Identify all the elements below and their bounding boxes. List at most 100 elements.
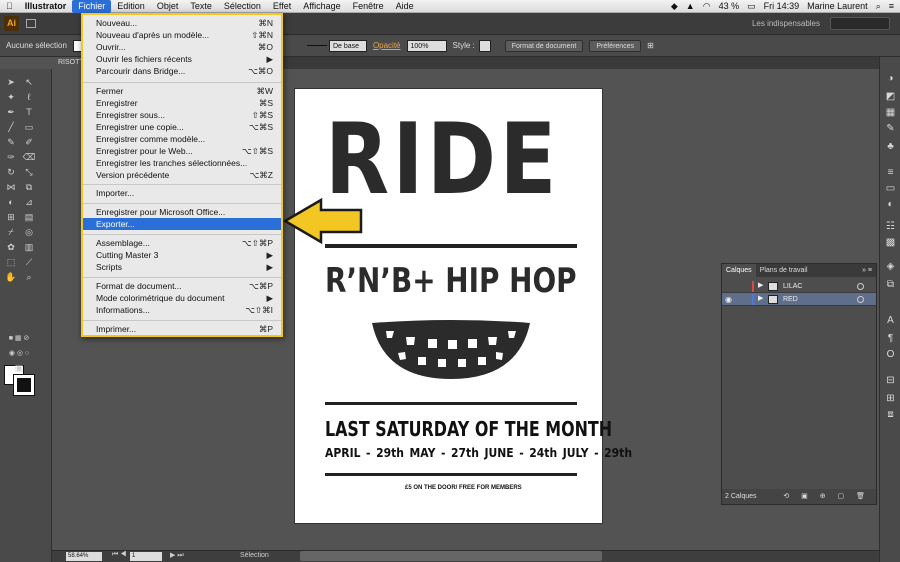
layer-row-lilac[interactable]: ▶ LILAC bbox=[722, 280, 876, 293]
paragraph-panel-icon[interactable]: ¶ bbox=[884, 333, 897, 345]
eraser-icon[interactable]: ⌫ bbox=[22, 152, 36, 163]
rotate-tool-icon[interactable]: ↻ bbox=[4, 167, 18, 178]
gradient-panel-icon[interactable]: ▭ bbox=[884, 183, 897, 195]
gradient-tool-icon[interactable]: ▤ bbox=[22, 212, 36, 223]
menu-item-office[interactable]: Enregistrer pour Microsoft Office... bbox=[83, 206, 281, 218]
apple-menu-icon[interactable]:  bbox=[0, 0, 19, 13]
free-transform-icon[interactable]: ⧉ bbox=[22, 182, 36, 193]
tab-plans-de-travail[interactable]: Plans de travail bbox=[756, 264, 812, 277]
menu-item-version-precedente[interactable]: Version précédente ⌥⌘Z bbox=[83, 169, 281, 181]
graph-tool-icon[interactable]: ▥ bbox=[22, 242, 36, 253]
menu-fichier[interactable]: Fichier bbox=[72, 0, 112, 13]
hand-tool-icon[interactable]: ✋ bbox=[4, 272, 18, 283]
transparency-icon[interactable]: ◐ bbox=[884, 199, 897, 211]
width-tool-icon[interactable]: ⋈ bbox=[4, 182, 18, 193]
rectangle-tool-icon[interactable]: ▭ bbox=[22, 122, 36, 133]
color-guide-icon[interactable]: ◩ bbox=[884, 91, 897, 103]
screen-mode-icon[interactable]: ▣ bbox=[12, 363, 26, 374]
dropbox-icon[interactable]: ◆ bbox=[671, 1, 678, 12]
menu-item-enregistrer-tranches[interactable]: Enregistrer les tranches sélectionnées..… bbox=[83, 157, 281, 169]
menu-item-ouvrir[interactable]: Ouvrir... ⌘O bbox=[83, 41, 281, 53]
layer-name[interactable]: LILAC bbox=[783, 281, 802, 292]
preferences-button[interactable]: Préférences bbox=[589, 39, 642, 52]
menu-item-enregistrer[interactable]: Enregistrer ⌘S bbox=[83, 97, 281, 109]
blob-brush-icon[interactable]: ✑ bbox=[4, 152, 18, 163]
brushes-icon[interactable]: ✎ bbox=[884, 123, 897, 135]
menu-aide[interactable]: Aide bbox=[390, 0, 420, 13]
menu-item-assemblage[interactable]: Assemblage... ⌥⇧⌘P bbox=[83, 237, 281, 249]
spotlight-icon[interactable]: ⌕ bbox=[876, 1, 881, 12]
stroke-swatch[interactable] bbox=[13, 374, 35, 396]
menu-objet[interactable]: Objet bbox=[151, 0, 185, 13]
user-name[interactable]: Marine Laurent bbox=[807, 1, 868, 11]
wifi-icon[interactable]: ◠ bbox=[703, 1, 711, 12]
drawing-mode-icons[interactable]: ◉ ◎ ○ bbox=[4, 348, 34, 359]
layer-actions-icons[interactable]: ⟲ ▣ ⊕ ▢ 🗑 bbox=[783, 489, 870, 504]
document-format-button[interactable]: Format de document bbox=[504, 39, 584, 52]
menu-item-enregistrer-modele[interactable]: Enregistrer comme modèle... bbox=[83, 133, 281, 145]
layers-panel-icon[interactable]: ◈ bbox=[884, 261, 897, 273]
bridge-icon[interactable] bbox=[26, 19, 36, 28]
current-tool-status[interactable]: Sélection bbox=[240, 552, 269, 559]
opentype-icon[interactable]: O bbox=[884, 349, 897, 361]
clock[interactable]: Fri 14:39 bbox=[764, 1, 800, 11]
menu-item-fermer[interactable]: Fermer ⌘W bbox=[83, 85, 281, 97]
workspace-switcher[interactable]: Les indispensables bbox=[752, 19, 820, 28]
menu-item-informations[interactable]: Informations... ⌥⇧⌘I bbox=[83, 304, 281, 316]
shape-builder-icon[interactable]: ◐ bbox=[4, 197, 18, 208]
horizontal-scrollbar[interactable] bbox=[300, 551, 602, 561]
tab-calques[interactable]: Calques bbox=[722, 264, 756, 277]
stroke-panel-icon[interactable]: ≡ bbox=[884, 167, 897, 179]
menu-item-format-document[interactable]: Format de document... ⌥⌘P bbox=[83, 280, 281, 292]
artboard-number-input[interactable]: 1 bbox=[130, 552, 162, 561]
search-input[interactable] bbox=[830, 17, 890, 30]
menu-item-cutting-master[interactable]: Cutting Master 3 ▶ bbox=[83, 249, 281, 261]
page-prev-icon[interactable]: ⏮ ◀ bbox=[112, 551, 127, 559]
menu-affichage[interactable]: Affichage bbox=[297, 0, 346, 13]
pen-tool-icon[interactable]: ✒ bbox=[4, 107, 18, 118]
magic-wand-icon[interactable]: ✦ bbox=[4, 92, 18, 103]
menu-item-mode-colorimetrique[interactable]: Mode colorimétrique du document ▶ bbox=[83, 292, 281, 304]
color-mode-icons[interactable]: ■ ▦ ⊘ bbox=[4, 333, 34, 344]
menu-item-enregistrer-sous[interactable]: Enregistrer sous... ⇧⌘S bbox=[83, 109, 281, 121]
layer-row-red[interactable]: ◉ ▶ RED bbox=[722, 293, 876, 306]
visibility-eye-icon[interactable] bbox=[725, 282, 735, 291]
menu-item-scripts[interactable]: Scripts ▶ bbox=[83, 261, 281, 273]
target-circle-icon[interactable] bbox=[857, 296, 864, 303]
menu-item-nouveau-modele[interactable]: Nouveau d'après un modèle... ⇧⌘N bbox=[83, 29, 281, 41]
opacity-input[interactable]: 100% bbox=[406, 39, 447, 52]
menu-item-bridge[interactable]: Parcourir dans Bridge... ⌥⌘O bbox=[83, 65, 281, 77]
line-tool-icon[interactable]: ╱ bbox=[4, 122, 18, 133]
style-picker[interactable] bbox=[478, 39, 491, 52]
blend-tool-icon[interactable]: ◎ bbox=[22, 227, 36, 238]
appearance-icon[interactable]: ☷ bbox=[884, 221, 897, 233]
page-next-icon[interactable]: ▶ ⏭ bbox=[170, 551, 184, 560]
menu-item-enregistrer-copie[interactable]: Enregistrer une copie... ⌥⌘S bbox=[83, 121, 281, 133]
stroke-style-select[interactable]: De base bbox=[328, 39, 367, 52]
graphic-styles-icon[interactable]: ▩ bbox=[884, 237, 897, 249]
pathfinder-icon[interactable]: ⧈ bbox=[884, 409, 897, 421]
artboards-panel-icon[interactable]: ⧉ bbox=[884, 279, 897, 291]
mesh-tool-icon[interactable]: ⊞ bbox=[4, 212, 18, 223]
artboard-tool-icon[interactable]: ⬚ bbox=[4, 257, 18, 268]
menu-item-importer[interactable]: Importer... bbox=[83, 187, 281, 199]
expand-triangle-icon[interactable]: ▶ bbox=[758, 294, 763, 302]
selection-tool-icon[interactable]: ➤ bbox=[4, 77, 18, 88]
menu-fenetre[interactable]: Fenêtre bbox=[347, 0, 390, 13]
menu-texte[interactable]: Texte bbox=[184, 0, 218, 13]
color-panel-icon[interactable]: ◑ bbox=[884, 73, 897, 85]
perspective-grid-icon[interactable]: ⊿ bbox=[22, 197, 36, 208]
menu-item-imprimer[interactable]: Imprimer... ⌘P bbox=[83, 323, 281, 335]
panel-menu-icon[interactable]: » ≡ bbox=[862, 267, 876, 274]
menu-item-exporter[interactable]: Exporter... bbox=[83, 218, 281, 230]
battery-icon[interactable]: ▭ bbox=[747, 1, 756, 12]
arrange-icon[interactable]: ⊞ bbox=[647, 41, 654, 50]
zoom-tool-icon[interactable]: ⌕ bbox=[22, 272, 36, 283]
type-tool-icon[interactable]: T bbox=[22, 107, 36, 118]
expand-triangle-icon[interactable]: ▶ bbox=[758, 281, 763, 289]
visibility-eye-icon[interactable]: ◉ bbox=[725, 295, 735, 304]
target-circle-icon[interactable] bbox=[857, 283, 864, 290]
menu-item-nouveau[interactable]: Nouveau... ⌘N bbox=[83, 17, 281, 29]
menu-selection[interactable]: Sélection bbox=[218, 0, 267, 13]
transform-panel-icon[interactable]: ⊞ bbox=[884, 393, 897, 405]
